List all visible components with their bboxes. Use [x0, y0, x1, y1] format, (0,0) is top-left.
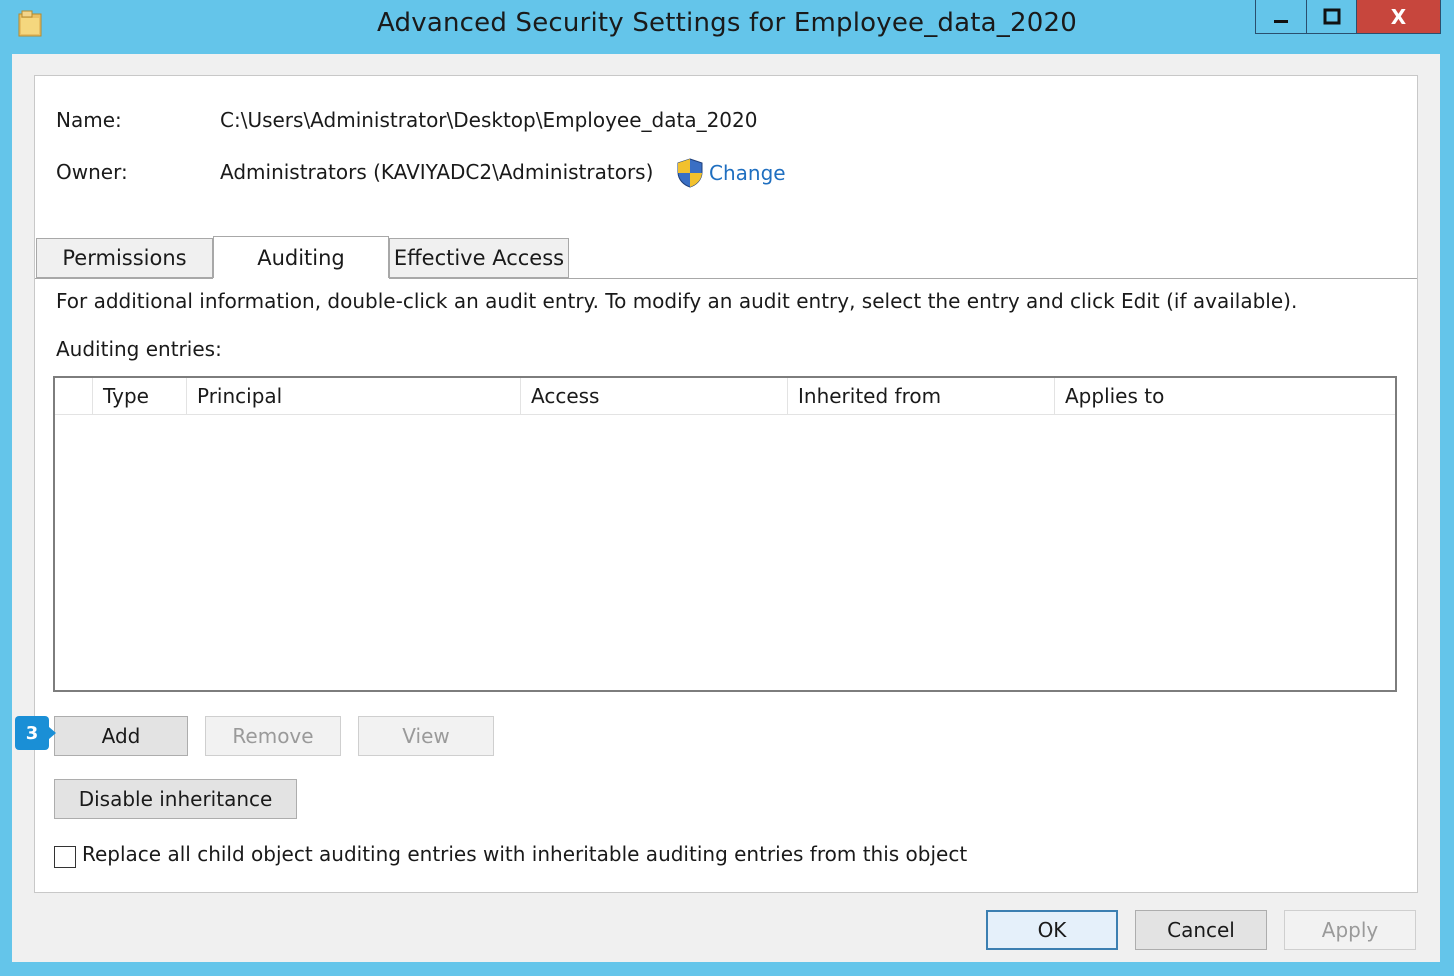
- step-number-badge: 3: [15, 716, 49, 750]
- active-tab-gap: [213, 278, 389, 279]
- window-title: Advanced Security Settings for Employee_…: [377, 8, 1077, 38]
- maximize-button[interactable]: [1307, 0, 1357, 34]
- owner-label: Owner:: [56, 160, 128, 184]
- minimize-button[interactable]: [1255, 0, 1307, 34]
- maximize-icon: [1323, 8, 1340, 24]
- name-label: Name:: [56, 108, 122, 132]
- step-badge-pointer: [49, 727, 56, 739]
- replace-child-entries-label[interactable]: Replace all child object auditing entrie…: [82, 842, 967, 866]
- cancel-button[interactable]: Cancel: [1135, 910, 1267, 950]
- auditing-entries-list[interactable]: Type Principal Access Inherited from App…: [53, 376, 1397, 692]
- name-value: C:\Users\Administrator\Desktop\Employee_…: [220, 108, 758, 132]
- change-owner-link[interactable]: Change: [709, 161, 786, 185]
- column-header-type[interactable]: Type: [93, 378, 187, 414]
- tab-auditing[interactable]: Auditing: [213, 236, 389, 278]
- close-icon: X: [1390, 4, 1407, 29]
- window-controls: X: [1255, 0, 1441, 36]
- security-settings-window: Advanced Security Settings for Employee_…: [0, 0, 1454, 976]
- column-header-applies-to[interactable]: Applies to: [1055, 378, 1395, 414]
- main-panel: Name: C:\Users\Administrator\Desktop\Emp…: [34, 75, 1418, 893]
- column-header-blank[interactable]: [55, 378, 93, 414]
- add-button[interactable]: Add: [54, 716, 188, 756]
- column-header-principal[interactable]: Principal: [187, 378, 521, 414]
- uac-shield-icon: [677, 158, 703, 188]
- list-header: Type Principal Access Inherited from App…: [55, 378, 1395, 415]
- disable-inheritance-button[interactable]: Disable inheritance: [54, 779, 297, 819]
- remove-button[interactable]: Remove: [205, 716, 341, 756]
- view-button[interactable]: View: [358, 716, 494, 756]
- tab-effective-access[interactable]: Effective Access: [389, 238, 569, 278]
- auditing-instructions: For additional information, double-click…: [56, 289, 1298, 313]
- auditing-entries-label: Auditing entries:: [56, 337, 222, 361]
- dialog-client-area: Name: C:\Users\Administrator\Desktop\Emp…: [12, 54, 1440, 962]
- owner-value: Administrators (KAVIYADC2\Administrators…: [220, 160, 654, 184]
- title-bar[interactable]: Advanced Security Settings for Employee_…: [0, 0, 1454, 52]
- ok-button[interactable]: OK: [986, 910, 1118, 950]
- minimize-icon: [1274, 19, 1288, 23]
- column-header-inherited-from[interactable]: Inherited from: [788, 378, 1055, 414]
- apply-button[interactable]: Apply: [1284, 910, 1416, 950]
- close-button[interactable]: X: [1357, 0, 1441, 34]
- column-header-access[interactable]: Access: [521, 378, 788, 414]
- tab-permissions[interactable]: Permissions: [36, 238, 213, 278]
- replace-child-entries-checkbox[interactable]: [54, 846, 76, 868]
